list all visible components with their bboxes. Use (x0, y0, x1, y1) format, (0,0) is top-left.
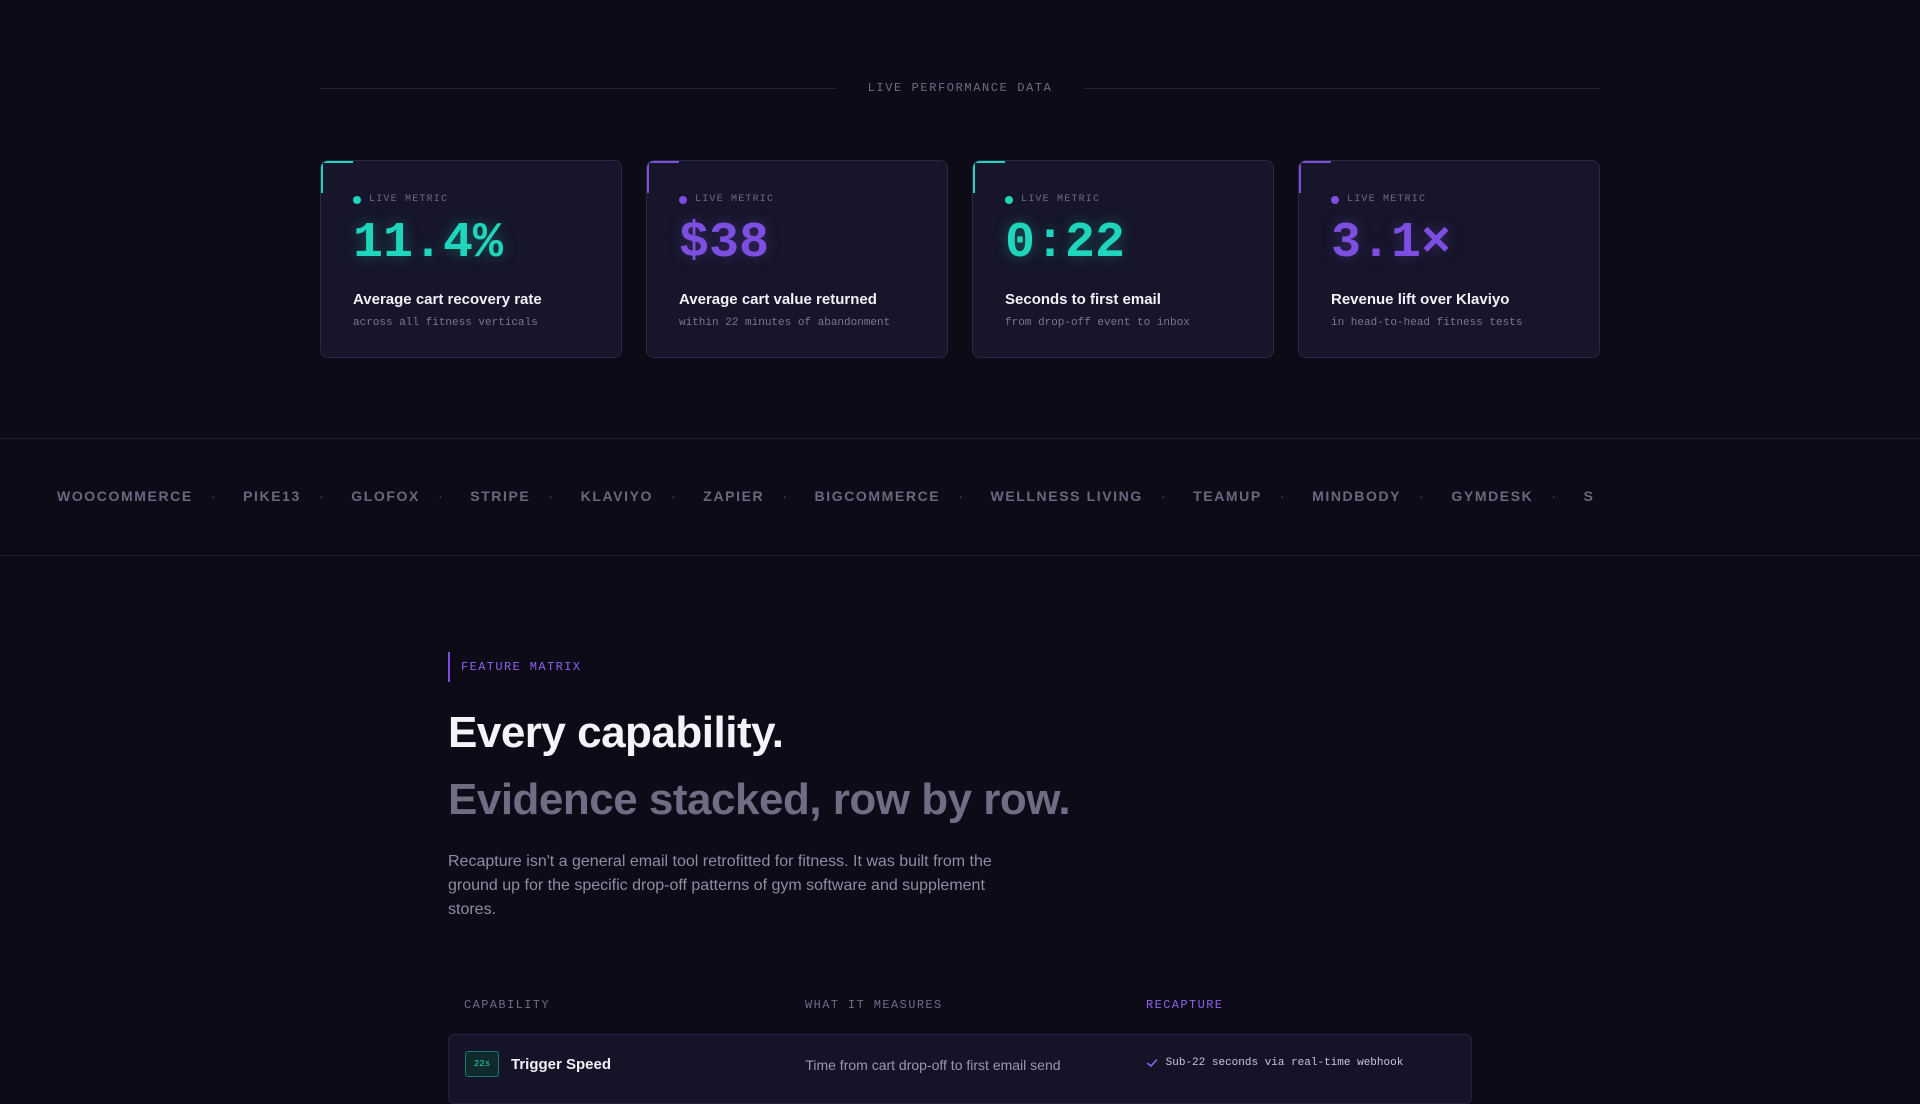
separator-dot: · (1279, 488, 1287, 504)
column-header-recapture: RECAPTURE (1146, 998, 1224, 1012)
integration-woocommerce: WOOCOMMERCE · (57, 488, 218, 504)
check-icon (1146, 1057, 1158, 1103)
separator-dot: · (318, 488, 326, 504)
divider-left (320, 87, 836, 89)
column-header-capability: CAPABILITY (464, 998, 551, 1012)
separator-dot: · (671, 488, 678, 504)
live-metric-label: LIVE METRIC (369, 194, 449, 205)
metric-title: Average cart recovery rate (353, 291, 542, 308)
integration-glofox: GLOFOX · (351, 488, 445, 504)
card-accent-corner (647, 161, 649, 193)
separator-dot: · (210, 488, 218, 504)
live-metric-label: LIVE METRIC (1347, 194, 1427, 205)
performance-section-label: LIVE PERFORMANCE DATA (320, 80, 1601, 96)
live-dot-icon (353, 195, 361, 204)
metric-title: Revenue lift over Klaviyo (1331, 291, 1510, 308)
integration-mindbody: MINDBODY · (1312, 488, 1426, 504)
integration-pike13: PIKE13 · (243, 488, 326, 504)
section-heading-secondary: Evidence stacked, row by row. (448, 775, 1071, 824)
capability-badge: 22s (465, 1051, 499, 1077)
feature-table-header: CAPABILITY WHAT IT MEASURES RECAPTURE (448, 998, 1472, 1012)
live-metric-label: LIVE METRIC (1021, 194, 1101, 205)
live-dot-icon (1331, 195, 1339, 204)
integrations-track: WOOCOMMERCE · PIKE13 · GLOFOX · STRIPE · KLA… (57, 488, 1595, 504)
capability-name: Trigger Speed (511, 1056, 612, 1073)
metric-title: Average cart value returned (679, 291, 877, 308)
live-metric-indicator: LIVE METRIC (1331, 194, 1567, 205)
separator-dot: · (1551, 488, 1558, 504)
live-dot-icon (679, 195, 687, 204)
card-accent-corner (973, 161, 975, 193)
metric-title: Seconds to first email (1005, 291, 1161, 308)
metric-value: 3.1× (1331, 215, 1452, 272)
separator-dot: · (958, 488, 965, 504)
metric-value: 11.4% (353, 215, 504, 272)
integration-stripe: STRIPE · (470, 488, 555, 504)
integration-klaviyo: KLAVIYO · (580, 488, 678, 504)
integration-bigcommerce: BIGCOMMERCE · (814, 488, 965, 504)
integration-gymdesk: GYMDESK · (1451, 488, 1558, 504)
card-accent-corner (1299, 161, 1331, 163)
metric-subtitle: in head-to-head fitness tests (1331, 317, 1523, 329)
live-metric-indicator: LIVE METRIC (353, 194, 589, 205)
section-description: Recapture isn't a general email tool ret… (448, 853, 992, 918)
separator-dot: · (782, 488, 789, 504)
live-dot-icon (1005, 195, 1013, 204)
integration-teamup: TEAMUP · (1193, 488, 1287, 504)
metric-value: $38 (679, 215, 770, 272)
separator-dot: · (1419, 488, 1426, 504)
metric-subtitle: from drop-off event to inbox (1005, 317, 1190, 329)
metric-cards: LIVE METRIC 11.4% Average cart recovery … (320, 160, 1600, 358)
recapture-value: Sub-22 seconds via real-time webhook (1165, 1057, 1404, 1069)
card-accent-corner (1299, 161, 1301, 193)
integration-partial: S (1583, 488, 1595, 504)
card-accent-corner (321, 161, 323, 193)
integration-wellness-living: WELLNESS LIVING · (990, 488, 1168, 504)
live-metric-label: LIVE METRIC (695, 194, 775, 205)
separator-dot: · (548, 488, 555, 504)
recapture-cell: Sub-22 seconds via real-time webhook (1130, 1035, 1471, 1103)
metric-card-revenue-lift: LIVE METRIC 3.1× Revenue lift over Klavi… (1298, 160, 1600, 358)
card-accent-corner (321, 161, 353, 163)
metric-subtitle: across all fitness verticals (353, 317, 538, 329)
integration-zapier: ZAPIER · (703, 488, 789, 504)
table-row: 22s Trigger Speed Time from cart drop-of… (448, 1034, 1472, 1104)
metric-card-recovery-rate: LIVE METRIC 11.4% Average cart recovery … (320, 160, 622, 358)
capability-cell: 22s Trigger Speed (449, 1035, 789, 1103)
live-metric-indicator: LIVE METRIC (1005, 194, 1241, 205)
live-metric-indicator: LIVE METRIC (679, 194, 915, 205)
feature-matrix-tag: FEATURE MATRIX (448, 652, 581, 682)
metric-value: 0:22 (1005, 215, 1126, 272)
card-accent-corner (647, 161, 679, 163)
separator-dot: · (1160, 488, 1168, 504)
metric-card-first-email: LIVE METRIC 0:22 Seconds to first email … (972, 160, 1274, 358)
column-header-measures: WHAT IT MEASURES (805, 998, 943, 1012)
measures-cell: Time from cart drop-off to first email s… (805, 1057, 1061, 1073)
section-heading-primary: Every capability. (448, 708, 784, 757)
performance-label-text: LIVE PERFORMANCE DATA (867, 81, 1053, 95)
metric-subtitle: within 22 minutes of abandonment (679, 317, 891, 329)
integrations-marquee: WOOCOMMERCE · PIKE13 · GLOFOX · STRIPE · KLA… (0, 438, 1920, 556)
metric-card-cart-value: LIVE METRIC $38 Average cart value retur… (646, 160, 948, 358)
card-accent-corner (973, 161, 1005, 163)
separator-dot: · (437, 488, 445, 504)
divider-right (1084, 87, 1601, 89)
